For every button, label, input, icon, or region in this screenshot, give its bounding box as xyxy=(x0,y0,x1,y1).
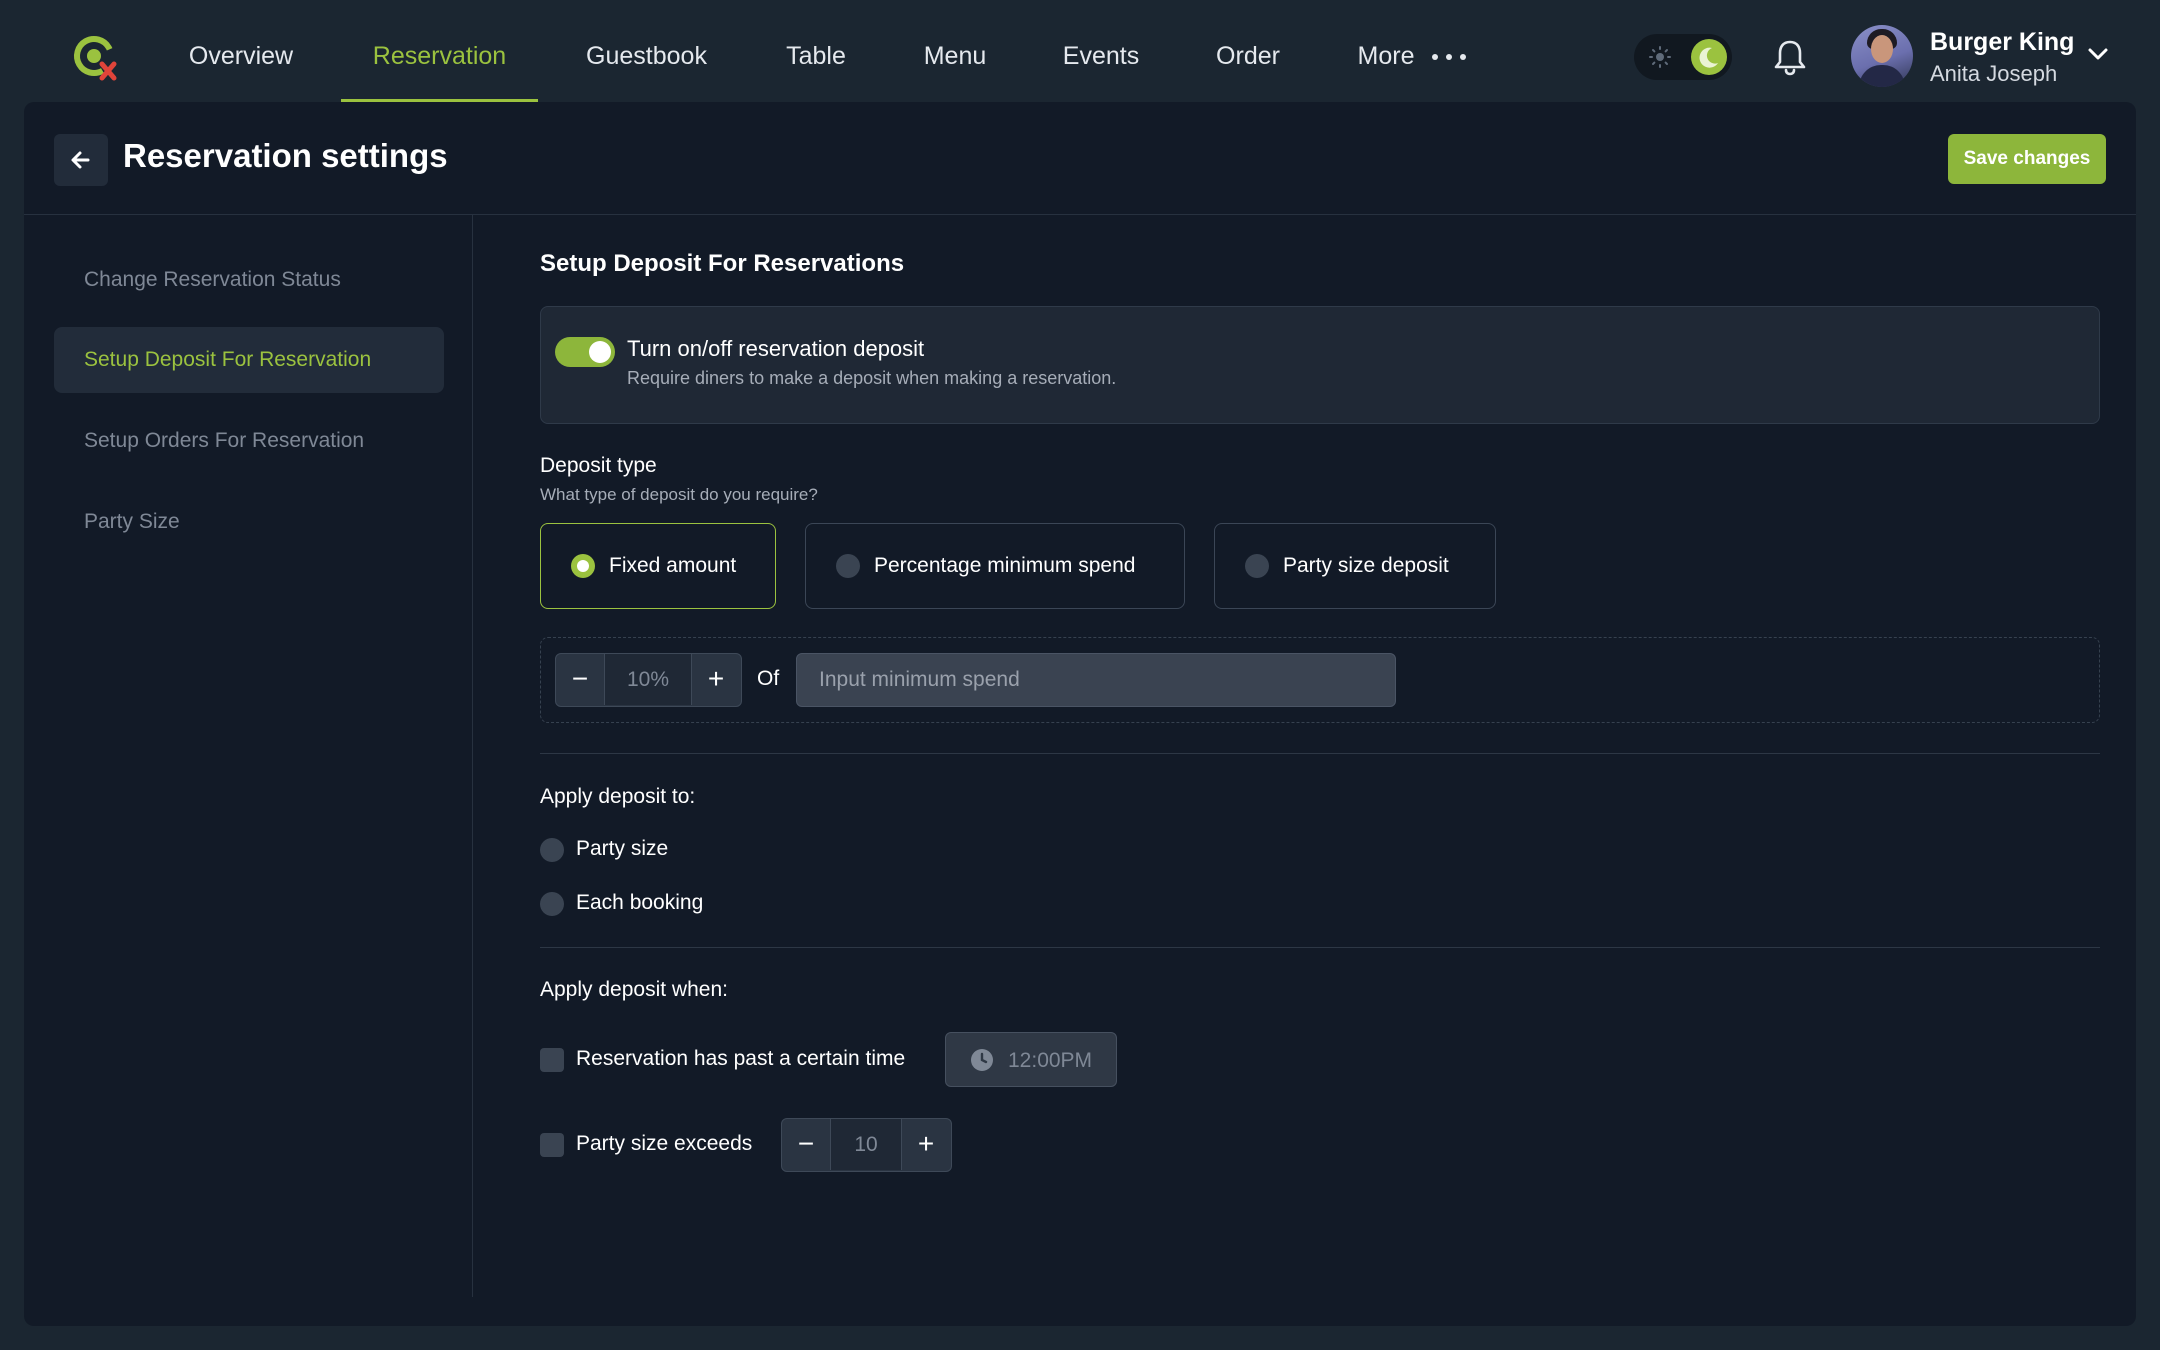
nav-order[interactable]: Order xyxy=(1214,0,1282,100)
moon-icon xyxy=(1691,39,1727,75)
nav-more[interactable]: More xyxy=(1356,0,1416,100)
page-title: Reservation settings xyxy=(123,137,448,174)
top-navigation-bar: Overview Reservation Guestbook Table Men… xyxy=(0,0,2160,102)
nav-guestbook[interactable]: Guestbook xyxy=(583,0,710,100)
deposit-type-label: Deposit type xyxy=(540,454,657,477)
of-label: Of xyxy=(757,667,780,690)
sun-icon xyxy=(1649,46,1671,68)
app-logo-icon[interactable] xyxy=(70,34,120,84)
percentage-value[interactable]: 10% xyxy=(604,654,692,705)
sidebar-item-setup-deposit[interactable]: Setup Deposit For Reservation xyxy=(54,327,444,393)
theme-toggle[interactable] xyxy=(1634,34,1732,80)
nav-events[interactable]: Events xyxy=(1061,0,1141,100)
percentage-stepper[interactable]: − 10% + xyxy=(555,653,742,707)
radio-empty-icon xyxy=(1245,554,1269,578)
decrement-button[interactable]: − xyxy=(556,654,604,705)
increment-button[interactable]: + xyxy=(902,1119,950,1170)
party-size-condition-checkbox[interactable] xyxy=(540,1133,564,1157)
minimum-spend-input[interactable] xyxy=(796,653,1396,707)
deposit-toggle-label: Turn on/off reservation deposit xyxy=(627,336,925,361)
sidebar-divider xyxy=(472,215,473,1297)
deposit-type-percentage[interactable]: Percentage minimum spend xyxy=(805,523,1185,609)
radio-empty-icon[interactable] xyxy=(540,838,564,862)
party-size-value[interactable]: 10 xyxy=(830,1119,902,1170)
party-size-condition-label: Party size exceeds xyxy=(576,1132,753,1155)
decrement-button[interactable]: − xyxy=(782,1119,830,1170)
deposit-toggle-switch[interactable] xyxy=(555,337,615,367)
clock-icon xyxy=(971,1049,993,1071)
sidebar-item-change-reservation-status[interactable]: Change Reservation Status xyxy=(54,247,444,313)
time-condition-label: Reservation has past a certain time xyxy=(576,1047,906,1070)
divider xyxy=(540,753,2100,754)
user-company-name: Burger King xyxy=(1930,28,2075,56)
apply-deposit-when-label: Apply deposit when: xyxy=(540,978,728,1001)
apply-deposit-to-label: Apply deposit to: xyxy=(540,785,696,808)
divider xyxy=(540,947,2100,948)
radio-empty-icon[interactable] xyxy=(540,892,564,916)
user-name: Anita Joseph xyxy=(1930,61,2058,86)
deposit-toggle-description: Require diners to make a deposit when ma… xyxy=(627,368,1117,388)
apply-to-each-booking[interactable]: Each booking xyxy=(576,891,703,915)
deposit-toggle-card: Turn on/off reservation deposit Require … xyxy=(540,306,2100,424)
time-picker-field[interactable]: 12:00PM xyxy=(945,1032,1117,1087)
radio-empty-icon xyxy=(836,554,860,578)
user-avatar[interactable] xyxy=(1851,25,1913,87)
deposit-type-party-size[interactable]: Party size deposit xyxy=(1214,523,1496,609)
nav-menu[interactable]: Menu xyxy=(922,0,988,100)
sidebar-item-party-size[interactable]: Party Size xyxy=(54,489,444,555)
nav-table[interactable]: Table xyxy=(784,0,848,100)
party-size-stepper[interactable]: − 10 + xyxy=(781,1118,952,1172)
chevron-down-icon[interactable] xyxy=(2087,47,2109,61)
time-value: 12:00PM xyxy=(1008,1049,1093,1072)
section-title: Setup Deposit For Reservations xyxy=(540,250,905,277)
apply-to-party-size[interactable]: Party size xyxy=(576,837,668,861)
save-changes-button[interactable]: Save changes xyxy=(1948,134,2106,184)
deposit-type-option-label: Fixed amount xyxy=(609,554,737,577)
back-button[interactable] xyxy=(54,134,108,186)
deposit-type-fixed-amount[interactable]: Fixed amount xyxy=(540,523,776,609)
nav-overview[interactable]: Overview xyxy=(186,0,296,100)
header-divider xyxy=(24,214,2136,215)
time-condition-checkbox[interactable] xyxy=(540,1048,564,1072)
deposit-type-option-label: Percentage minimum spend xyxy=(874,554,1136,577)
increment-button[interactable]: + xyxy=(692,654,740,705)
arrow-left-icon xyxy=(71,151,90,169)
notification-bell-icon[interactable] xyxy=(1773,38,1807,76)
radio-selected-icon xyxy=(571,554,595,578)
nav-reservation[interactable]: Reservation xyxy=(341,0,538,102)
deposit-type-option-label: Party size deposit xyxy=(1283,554,1449,577)
deposit-type-hint: What type of deposit do you require? xyxy=(540,485,818,504)
more-dots-icon[interactable] xyxy=(1432,54,1466,60)
sidebar-item-setup-orders[interactable]: Setup Orders For Reservation xyxy=(54,408,444,474)
